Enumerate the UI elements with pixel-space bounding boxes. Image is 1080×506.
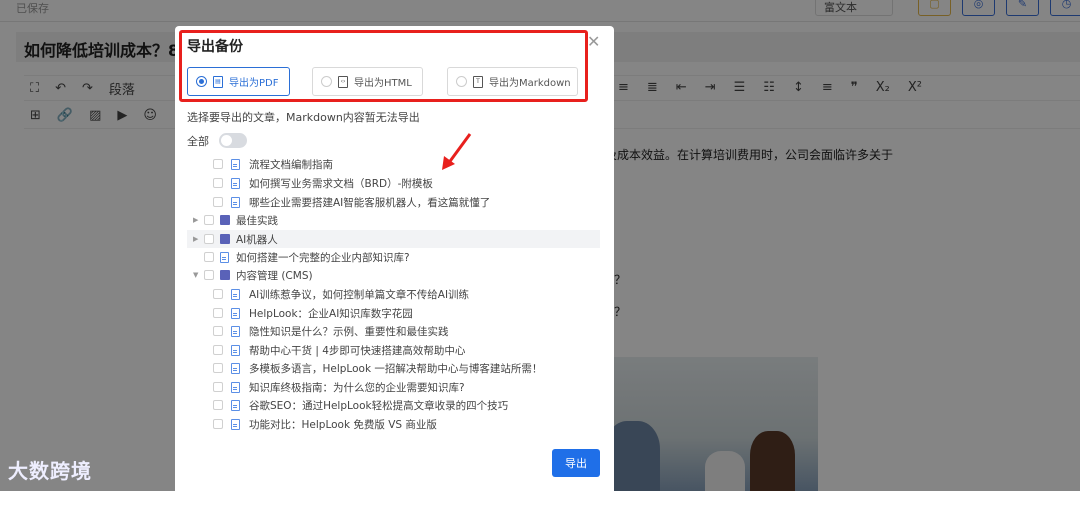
tree-item[interactable]: 知识库终极指南：为什么您的企业需要知识库? (187, 378, 600, 396)
checkbox[interactable] (213, 419, 223, 429)
checkbox[interactable] (213, 197, 223, 207)
checkbox[interactable] (213, 159, 223, 169)
tree-item[interactable]: 隐性知识是什么？示例、重要性和最佳实践 (187, 322, 600, 340)
select-all-label: 全部 (187, 135, 209, 148)
document-icon (231, 307, 240, 319)
tree-item[interactable]: 谷歌SEO：通过HelpLook轻松提高文章收录的四个技巧 (187, 396, 600, 414)
tree-item[interactable]: ▶ AI机器人 (187, 230, 600, 248)
tree-item-label: 最佳实践 (236, 214, 278, 227)
checkbox[interactable] (213, 289, 223, 299)
tree-item[interactable]: 多模板多语言，HelpLook 一招解决帮助中心与博客建站所需！ (187, 359, 600, 377)
tree-item-label: 谷歌SEO：通过HelpLook轻松提高文章收录的四个技巧 (249, 399, 509, 412)
checkbox[interactable] (213, 363, 223, 373)
document-icon (231, 344, 240, 356)
checkbox[interactable] (213, 326, 223, 336)
document-icon (231, 158, 240, 170)
document-icon (231, 399, 240, 411)
checkbox[interactable] (213, 382, 223, 392)
tree-item-label: 如何搭建一个完整的企业内部知识库? (236, 251, 410, 264)
book-icon (220, 215, 230, 225)
tree-item-label: 功能对比：HelpLook 免费版 VS 商业版 (249, 418, 437, 431)
tree-item-label: 哪些企业需要搭建AI智能客服机器人，看这篇就懂了 (249, 196, 491, 209)
tree-item[interactable]: ▼ 内容管理 (CMS) (187, 266, 600, 284)
checkbox[interactable] (213, 345, 223, 355)
document-icon (231, 418, 240, 430)
checkbox[interactable] (204, 252, 214, 262)
book-icon (220, 270, 230, 280)
book-icon (220, 234, 230, 244)
tree-item-label: 内容管理 (CMS) (236, 269, 313, 282)
tree-item-label: 知识库终极指南：为什么您的企业需要知识库? (249, 381, 465, 394)
caret-down-icon[interactable]: ▼ (193, 271, 198, 279)
checkbox[interactable] (213, 400, 223, 410)
tree-item[interactable]: 功能对比：HelpLook 免费版 VS 商业版 (187, 415, 600, 433)
export-hint: 选择要导出的文章，Markdown内容暂无法导出 (187, 111, 420, 124)
document-icon (220, 251, 229, 263)
tree-item[interactable]: 如何搭建一个完整的企业内部知识库? (187, 248, 600, 266)
close-icon[interactable]: ✕ (587, 32, 600, 51)
tree-item[interactable]: 帮助中心干货 | 4步即可快速搭建高效帮助中心 (187, 341, 600, 359)
annotation-highlight-box (179, 30, 588, 102)
checkbox[interactable] (213, 308, 223, 318)
checkbox[interactable] (213, 178, 223, 188)
tree-item-label: HelpLook：企业AI知识库数字花园 (249, 307, 413, 320)
tree-item-label: AI训练惹争议，如何控制单篇文章不传给AI训练 (249, 288, 470, 301)
tree-item-label: 流程文档编制指南 (249, 158, 333, 171)
document-icon (231, 196, 240, 208)
checkbox[interactable] (204, 234, 214, 244)
caret-right-icon[interactable]: ▶ (193, 216, 198, 224)
tree-item-label: 多模板多语言，HelpLook 一招解决帮助中心与博客建站所需！ (249, 362, 543, 375)
document-icon (231, 177, 240, 189)
tree-item-label: AI机器人 (236, 233, 278, 246)
checkbox[interactable] (204, 215, 214, 225)
tree-item[interactable]: 流程文档编制指南 (187, 155, 600, 173)
document-icon (231, 325, 240, 337)
document-icon (231, 288, 240, 300)
tree-item-label: 帮助中心干货 | 4步即可快速搭建高效帮助中心 (249, 344, 466, 357)
caret-right-icon[interactable]: ▶ (193, 235, 198, 243)
select-all-toggle[interactable] (219, 133, 247, 148)
checkbox[interactable] (204, 270, 214, 280)
tree-item[interactable]: 哪些企业需要搭建AI智能客服机器人，看这篇就懂了 (187, 193, 600, 211)
export-button[interactable]: 导出 (552, 449, 600, 477)
document-icon (231, 362, 240, 374)
tree-item[interactable]: 如何撰写业务需求文档（BRD）-附模板 (187, 174, 600, 192)
tree-item[interactable]: ▶ 最佳实践 (187, 211, 600, 229)
tree-item-label: 隐性知识是什么？示例、重要性和最佳实践 (249, 325, 449, 338)
tree-item[interactable]: AI训练惹争议，如何控制单篇文章不传给AI训练 (187, 285, 600, 303)
watermark-logo: 大数跨境 (8, 459, 92, 483)
tree-item-label: 如何撰写业务需求文档（BRD）-附模板 (249, 177, 433, 190)
document-icon (231, 381, 240, 393)
tree-item[interactable]: HelpLook：企业AI知识库数字花园 (187, 304, 600, 322)
